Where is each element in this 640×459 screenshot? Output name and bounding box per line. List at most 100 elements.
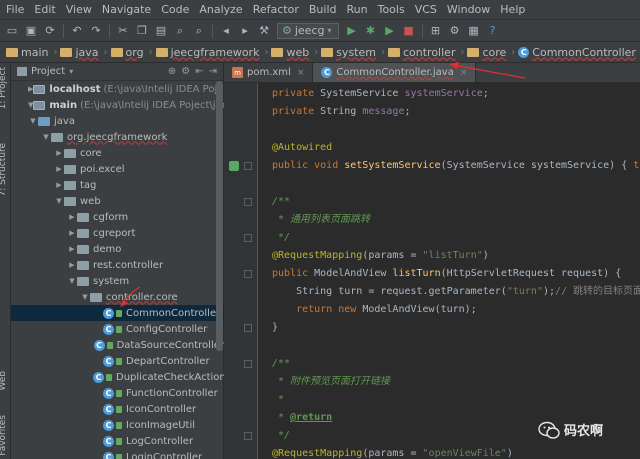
breadcrumb-item[interactable]: controller xyxy=(385,46,460,59)
collapse-arrow-icon[interactable]: ▶ xyxy=(67,245,77,253)
tree-row[interactable]: C ConfigController xyxy=(11,321,224,337)
collapse-arrow-icon[interactable]: ▶ xyxy=(54,165,64,173)
tree-row[interactable]: ▼main(E:\java\Intelij IDEA Poject\jeecg-… xyxy=(11,97,224,113)
hide-panel-icon[interactable]: ⇥ xyxy=(209,66,217,77)
settings-icon[interactable]: ⚙ xyxy=(447,23,463,39)
menu-item-build[interactable]: Build xyxy=(304,3,342,16)
breadcrumb-item[interactable]: C CommonController xyxy=(515,46,640,59)
collapse-arrow-icon[interactable]: ▶ xyxy=(54,149,64,157)
tab-structure[interactable]: 7: Structure xyxy=(0,143,8,197)
menu-item-run[interactable]: Run xyxy=(342,3,373,16)
project-view-selector[interactable]: Project xyxy=(31,66,65,77)
tree-row[interactable]: C IconImageUtil xyxy=(11,417,224,433)
coverage-icon[interactable]: ▶ xyxy=(382,23,398,39)
expand-arrow-icon[interactable]: ▼ xyxy=(54,197,64,205)
run-icon[interactable]: ▶ xyxy=(344,23,360,39)
help-icon[interactable]: ? xyxy=(485,23,501,39)
breadcrumb-label: java xyxy=(75,45,99,59)
menu-item-help[interactable]: Help xyxy=(495,3,530,16)
tree-row[interactable]: ▶ cgreport xyxy=(11,225,224,241)
fold-marker-icon[interactable] xyxy=(244,162,252,170)
fold-marker-icon[interactable] xyxy=(244,324,252,332)
tree-row[interactable]: C DepartController xyxy=(11,353,224,369)
tree-row[interactable]: C IconController xyxy=(11,401,224,417)
tab-web[interactable]: Web xyxy=(0,371,8,391)
tree-row[interactable]: C DataSourceController xyxy=(11,337,224,353)
tree-row[interactable]: ▶ demo xyxy=(11,241,224,257)
expand-arrow-icon[interactable]: ▼ xyxy=(80,293,90,301)
find-icon[interactable]: ⌕ xyxy=(172,23,188,39)
menu-item-edit[interactable]: Edit xyxy=(29,3,60,16)
replace-icon[interactable]: ⌕ xyxy=(191,23,207,39)
paste-icon[interactable]: ▤ xyxy=(153,23,169,39)
back-icon[interactable]: ◂ xyxy=(218,23,234,39)
tree-row[interactable]: ▶ core xyxy=(11,145,224,161)
close-icon[interactable]: × xyxy=(297,68,305,78)
sync-icon[interactable]: ⟳ xyxy=(42,23,58,39)
debug-icon[interactable]: ✱ xyxy=(363,23,379,39)
tree-row[interactable]: C LoginController xyxy=(11,449,224,459)
fold-marker-icon[interactable] xyxy=(244,360,252,368)
collapse-arrow-icon[interactable]: ▶ xyxy=(67,229,77,237)
tree-row[interactable]: ▼ org.jeecgframework xyxy=(11,129,224,145)
tree-row[interactable]: C FunctionController xyxy=(11,385,224,401)
menu-item-window[interactable]: Window xyxy=(442,3,495,16)
cut-icon[interactable]: ✂ xyxy=(115,23,131,39)
open-folder-icon[interactable]: ▭ xyxy=(4,23,20,39)
panel-scrollbar[interactable] xyxy=(216,81,223,351)
breadcrumb-item[interactable]: jeecgframework xyxy=(153,46,265,59)
scroll-from-source-icon[interactable]: ⊕ xyxy=(168,66,176,77)
chevron-down-icon[interactable]: ▾ xyxy=(69,67,73,76)
make-project-icon[interactable]: ⚒ xyxy=(256,23,272,39)
tree-row[interactable]: ▶ cgform xyxy=(11,209,224,225)
collapse-arrow-icon[interactable]: ▶ xyxy=(67,213,77,221)
project-structure-icon[interactable]: ⊞ xyxy=(428,23,444,39)
menu-item-file[interactable]: File xyxy=(0,3,29,16)
collapse-arrow-icon[interactable]: ▶ xyxy=(54,181,64,189)
fold-marker-icon[interactable] xyxy=(244,234,252,242)
expand-arrow-icon[interactable]: ▼ xyxy=(28,117,38,125)
breadcrumb-item[interactable]: web xyxy=(268,46,314,59)
menu-item-vcs[interactable]: VCS xyxy=(410,3,442,16)
menu-item-navigate[interactable]: Navigate xyxy=(97,3,156,16)
stop-icon[interactable]: ■ xyxy=(401,23,417,39)
menu-item-tools[interactable]: Tools xyxy=(373,3,410,16)
redo-icon[interactable]: ↷ xyxy=(88,23,104,39)
menu-item-code[interactable]: Code xyxy=(156,3,194,16)
settings-icon[interactable]: ⚙ xyxy=(181,66,190,77)
menu-item-view[interactable]: View xyxy=(61,3,97,16)
tree-row[interactable]: ▼ web xyxy=(11,193,224,209)
breadcrumb-item[interactable]: system xyxy=(318,46,381,59)
run-configuration-select[interactable]: ⚙ jeecg ▾ xyxy=(277,22,339,39)
breadcrumb-item[interactable]: java xyxy=(57,46,103,59)
copy-icon[interactable]: ❐ xyxy=(134,23,150,39)
editor-tab[interactable]: m pom.xml × xyxy=(224,63,314,82)
spring-bean-icon[interactable] xyxy=(229,161,239,171)
sdk-icon[interactable]: ▦ xyxy=(466,23,482,39)
tab-favorites[interactable]: 2: Favorites xyxy=(0,415,8,459)
fold-marker-icon[interactable] xyxy=(244,270,252,278)
code-editor[interactable]: private SystemService systemService; priv… xyxy=(258,83,640,459)
undo-icon[interactable]: ↶ xyxy=(69,23,85,39)
fold-marker-icon[interactable] xyxy=(244,432,252,440)
breadcrumb-item[interactable]: main xyxy=(3,46,53,59)
expand-arrow-icon[interactable]: ▼ xyxy=(67,277,77,285)
tree-row[interactable]: C DuplicateCheckAction xyxy=(11,369,224,385)
tree-row[interactable]: ▶ poi.excel xyxy=(11,161,224,177)
menu-item-analyze[interactable]: Analyze xyxy=(194,3,247,16)
expand-arrow-icon[interactable]: ▼ xyxy=(41,133,51,141)
collapse-arrow-icon[interactable]: ▶ xyxy=(67,261,77,269)
breadcrumb-item[interactable]: org xyxy=(108,46,149,59)
fold-marker-icon[interactable] xyxy=(244,198,252,206)
forward-icon[interactable]: ▸ xyxy=(237,23,253,39)
tree-row[interactable]: ▶ rest.controller xyxy=(11,257,224,273)
breadcrumb-item[interactable]: core xyxy=(464,46,511,59)
tree-row[interactable]: ▶localhost(E:\java\Intelij IDEA Poject\j… xyxy=(11,81,224,97)
tree-row[interactable]: C LogController xyxy=(11,433,224,449)
tab-project[interactable]: 1: Project xyxy=(0,67,8,109)
collapse-all-icon[interactable]: ⇤ xyxy=(195,66,203,77)
menu-item-refactor[interactable]: Refactor xyxy=(248,3,304,16)
tree-row[interactable]: ▶ tag xyxy=(11,177,224,193)
tree-row[interactable]: ▼ java xyxy=(11,113,224,129)
save-all-icon[interactable]: ▣ xyxy=(23,23,39,39)
